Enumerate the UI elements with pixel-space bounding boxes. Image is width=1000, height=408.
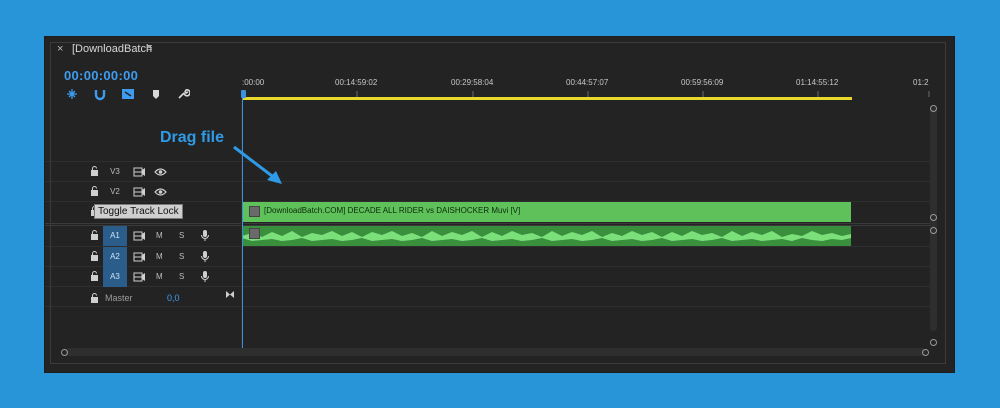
lock-icon[interactable] — [90, 293, 99, 303]
lock-icon[interactable] — [90, 166, 99, 176]
playhead-line[interactable] — [242, 91, 243, 348]
insert-nest-icon[interactable] — [65, 87, 79, 101]
ruler-label: :00:00 — [242, 78, 265, 87]
panel-menu-icon[interactable]: ≡ — [146, 42, 152, 54]
sync-lock-icon[interactable] — [133, 252, 146, 262]
master-volume-value[interactable]: 0,0 — [167, 293, 180, 303]
sync-lock-icon[interactable] — [133, 167, 146, 177]
annotation-text: Drag file — [160, 129, 225, 146]
track-header-a1: A1 M S — [45, 226, 242, 246]
master-track-label: Master — [105, 293, 133, 303]
ruler-label: 00:29:58:04 — [451, 78, 494, 87]
track-header-a2: A2 M S — [45, 247, 242, 267]
horizontal-scrollbar[interactable] — [65, 348, 926, 356]
track-header-a3: A3 M S — [45, 267, 242, 287]
wrench-icon[interactable] — [176, 87, 190, 101]
lock-icon[interactable] — [90, 230, 99, 240]
sync-lock-icon[interactable] — [133, 272, 146, 282]
ruler-label: 00:14:59:02 — [335, 78, 378, 87]
playhead-handle[interactable] — [241, 90, 246, 98]
sync-lock-icon[interactable] — [133, 231, 146, 241]
video-clip[interactable]: [DownloadBatch.COM] DECADE ALL RIDER vs … — [242, 202, 851, 222]
track-name-v3[interactable]: V3 — [103, 162, 127, 182]
ruler-label: 01:14:55:12 — [796, 78, 839, 87]
scroll-handle-middle[interactable] — [930, 214, 937, 221]
microphone-icon[interactable] — [200, 270, 210, 283]
ruler-label: 00:59:56:09 — [681, 78, 724, 87]
zoom-handle-right[interactable] — [922, 349, 929, 356]
marker-icon[interactable] — [149, 87, 163, 101]
track-name-a3[interactable]: A3 — [103, 267, 127, 287]
playhead-timecode[interactable]: 00:00:00:00 — [64, 68, 138, 83]
eye-icon[interactable] — [154, 167, 167, 177]
track-name-a2[interactable]: A2 — [103, 247, 127, 267]
ruler-label: 00:44:57:07 — [566, 78, 609, 87]
mute-button[interactable]: M — [156, 252, 163, 261]
microphone-icon[interactable] — [200, 229, 210, 242]
clip-name: [DownloadBatch.COM] DECADE ALL RIDER vs … — [264, 206, 521, 215]
fx-badge-icon — [249, 206, 260, 217]
scroll-handle-bottom[interactable] — [930, 339, 937, 346]
scroll-handle-top[interactable] — [930, 105, 937, 112]
audio-clip[interactable] — [242, 226, 851, 246]
solo-button[interactable]: S — [179, 272, 184, 281]
sequence-tab[interactable]: [DownloadBatch — [72, 43, 152, 55]
lock-icon[interactable] — [90, 251, 99, 261]
zoom-handle-left[interactable] — [61, 349, 68, 356]
lock-icon[interactable] — [90, 271, 99, 281]
track-name-a1[interactable]: A1 — [103, 226, 127, 246]
track-header-v3: V3 — [45, 162, 242, 182]
scroll-handle-lower[interactable] — [930, 227, 937, 234]
track-name-v2[interactable]: V2 — [103, 182, 127, 202]
eye-icon[interactable] — [154, 187, 167, 197]
microphone-icon[interactable] — [200, 250, 210, 263]
timeline-panel: × [DownloadBatch ≡ 00:00:00:00 :00:00 00… — [45, 37, 954, 372]
mute-button[interactable]: M — [156, 231, 163, 240]
work-area-bar[interactable] — [243, 97, 852, 100]
track-header-v2: V2 — [45, 182, 242, 202]
mute-button[interactable]: M — [156, 272, 163, 281]
solo-button[interactable]: S — [179, 252, 184, 261]
panel-tab-bar: × [DownloadBatch ≡ — [45, 37, 954, 63]
ruler-label: 01:2 — [913, 78, 929, 87]
lock-icon[interactable] — [90, 186, 99, 196]
linked-selection-icon[interactable] — [121, 87, 135, 101]
tooltip: Toggle Track Lock — [94, 204, 183, 219]
sync-lock-icon[interactable] — [133, 187, 146, 197]
go-to-end-icon[interactable] — [225, 290, 235, 299]
snap-magnet-icon[interactable] — [93, 87, 107, 101]
annotation-arrow-icon — [233, 145, 282, 184]
audio-waveform — [242, 226, 851, 246]
solo-button[interactable]: S — [179, 231, 184, 240]
fx-badge-icon — [249, 228, 260, 239]
tab-close-button[interactable]: × — [57, 43, 63, 55]
